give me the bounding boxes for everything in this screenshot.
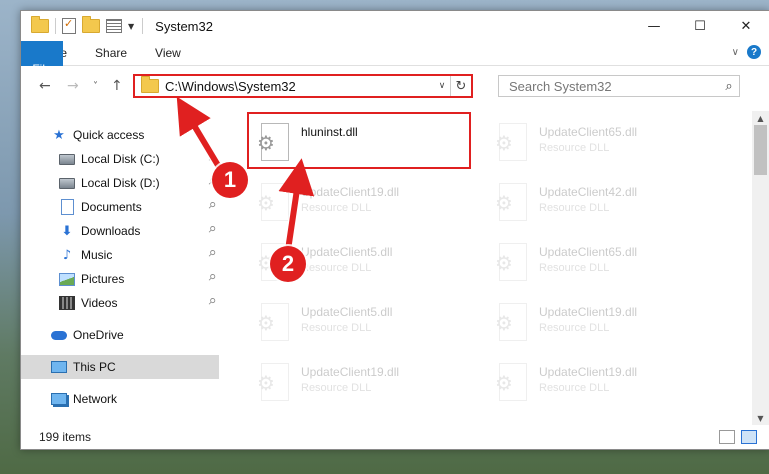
arrow-1 xyxy=(176,96,225,174)
callout-badge-1: 1 xyxy=(212,162,248,198)
callout-badge-2: 2 xyxy=(270,246,306,282)
callout-arrows xyxy=(176,96,315,255)
